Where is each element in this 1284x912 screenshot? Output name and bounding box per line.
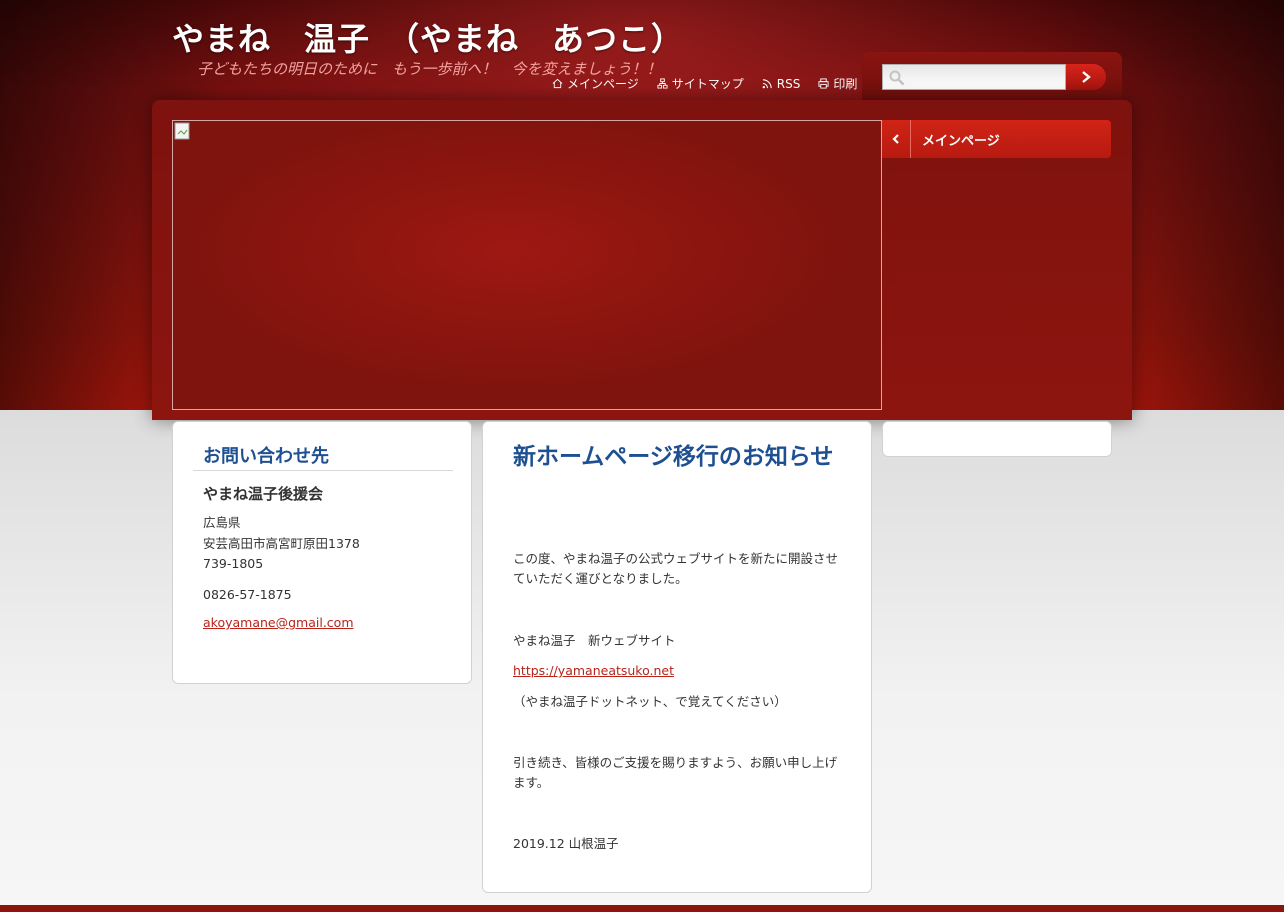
article-paragraph: 引き続き、皆様のご支援を賜りますよう、お願い申し上げます。 (513, 755, 838, 790)
rss-icon (762, 79, 772, 89)
article-paragraph: やまね温子 新ウェブサイト (513, 633, 676, 648)
top-link-main-page[interactable]: メインページ (552, 75, 639, 92)
article-signature: 2019.12 山根温子 (513, 836, 619, 851)
divider (193, 470, 453, 471)
new-website-link[interactable]: https://yamaneatsuko.net (513, 663, 674, 678)
top-link-sitemap[interactable]: サイトマップ (657, 75, 744, 92)
contact-box: お問い合わせ先 やまね温子後援会 広島県 安芸高田市高宮町原田1378 739-… (172, 421, 472, 684)
article-paragraph: この度、やまね温子の公式ウェブサイトを新たに開設させていただく運びとなりました。 (513, 551, 839, 586)
contact-name: やまね温子後援会 (203, 485, 324, 503)
contact-postal: 739-1805 (203, 556, 264, 571)
top-links: メインページ サイトマップ RSS 印刷 (552, 75, 857, 92)
menu-item-label: メインページ (922, 133, 1000, 149)
top-link-label: 印刷 (833, 77, 858, 91)
site-title[interactable]: やまね 温子 （やまね あつこ） (172, 14, 684, 60)
sitemap-icon (657, 78, 668, 89)
contact-email-link[interactable]: akoyamane@gmail.com (203, 615, 354, 630)
top-link-label: メインページ (567, 77, 639, 91)
chevron-right-icon (1082, 71, 1091, 83)
search-submit-button[interactable] (1066, 64, 1106, 90)
sidebar-box (882, 421, 1112, 457)
contact-address: 安芸高田市高宮町原田1378 (203, 536, 360, 551)
article-paragraph: （やまね温子ドットネット、で覚えてください） (513, 694, 787, 709)
broken-image-icon (174, 122, 190, 140)
top-link-rss[interactable]: RSS (762, 75, 801, 92)
top-link-print[interactable]: 印刷 (818, 75, 857, 92)
print-icon (818, 78, 829, 89)
contact-phone: 0826-57-1875 (203, 587, 292, 602)
contact-prefecture: 広島県 (203, 515, 241, 530)
top-link-label: サイトマップ (671, 77, 744, 91)
header-banner-image (172, 120, 882, 410)
home-icon (552, 78, 563, 89)
search-icon (889, 70, 905, 86)
menu-item-main-page[interactable]: メインページ (882, 120, 1111, 158)
article-title: 新ホームページ移行のお知らせ (513, 444, 834, 470)
footer-bar (0, 905, 1284, 912)
article-box: 新ホームページ移行のお知らせ この度、やまね温子の公式ウェブサイトを新たに開設さ… (482, 421, 872, 893)
chevron-left-icon (882, 120, 911, 158)
top-link-label: RSS (776, 76, 801, 91)
search-input[interactable] (882, 64, 1066, 90)
contact-title: お問い合わせ先 (203, 446, 329, 467)
